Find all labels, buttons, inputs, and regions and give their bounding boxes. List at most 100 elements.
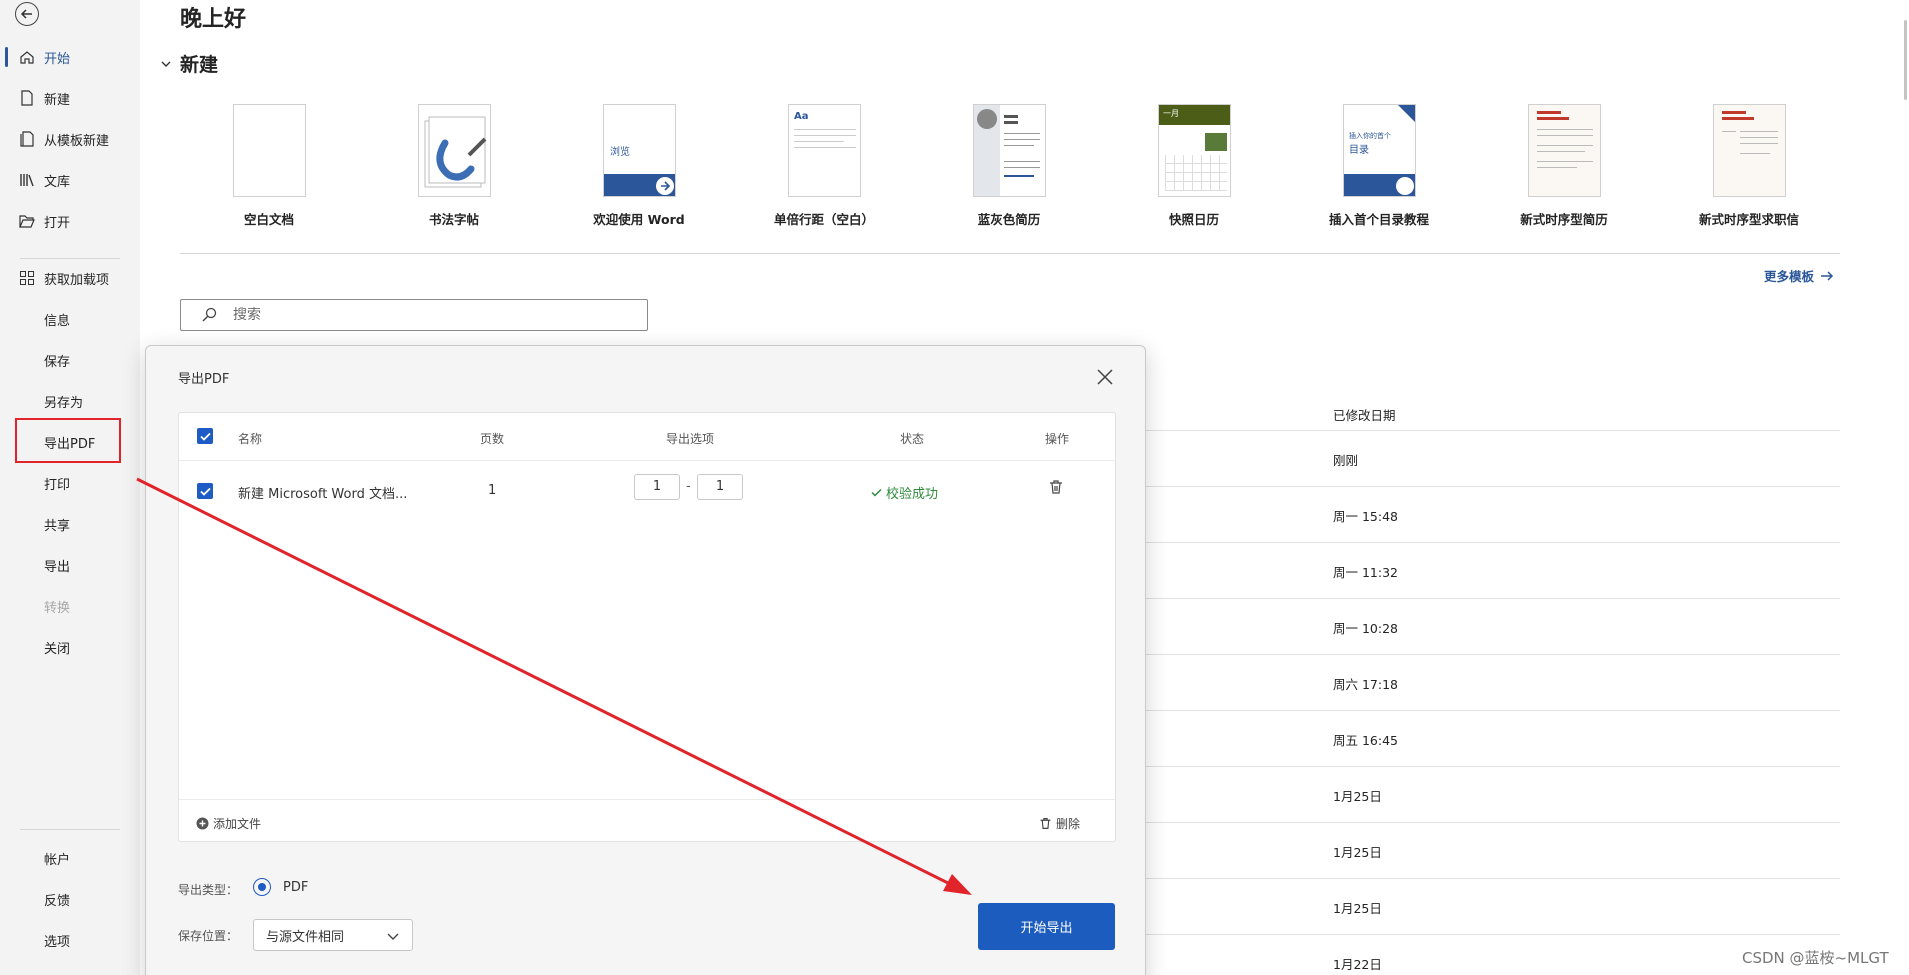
sidebar-item-share[interactable]: 共享 — [0, 509, 140, 539]
new-document-icon — [21, 90, 33, 106]
sidebar-item-info[interactable]: 信息 — [0, 304, 140, 334]
start-export-button[interactable]: 开始导出 — [978, 903, 1115, 950]
sidebar-item-label: 打印 — [44, 477, 71, 493]
calligraphy-brush-icon — [424, 116, 487, 188]
toc-icon — [1396, 177, 1414, 195]
arrow-right-icon — [656, 177, 674, 195]
template-thumbnail — [233, 104, 306, 197]
template-modern-resume[interactable]: 新式时序型简历 — [1484, 104, 1644, 229]
add-file-label: 添加文件 — [213, 817, 262, 831]
template-label: 新式时序型求职信 — [1698, 212, 1799, 227]
template-blue-gray-resume[interactable]: 蓝灰色简历 — [929, 104, 1089, 229]
column-header-pages: 页数 — [480, 432, 505, 446]
scrollbar[interactable] — [1901, 0, 1909, 975]
sidebar-item-home[interactable]: 开始 — [0, 42, 140, 72]
template-label: 新式时序型简历 — [1520, 212, 1608, 227]
export-type-radio-pdf[interactable] — [253, 878, 271, 896]
template-thumbnail — [973, 104, 1046, 197]
table-header-divider — [179, 460, 1115, 461]
sidebar-item-feedback[interactable]: 反馈 — [0, 884, 140, 914]
template-label: 单倍行距（空白） — [773, 212, 874, 227]
sidebar-item-account[interactable]: 帐户 — [0, 843, 140, 873]
page-range-from-input[interactable]: 1 — [634, 474, 680, 500]
template-calligraphy[interactable]: 书法字帖 — [374, 104, 534, 229]
chevron-down-icon[interactable] — [156, 54, 176, 74]
sidebar-item-save-as[interactable]: 另存为 — [0, 386, 140, 416]
template-thumb-text: 目录 — [1349, 145, 1369, 156]
more-templates-link[interactable]: 更多模板 — [1764, 266, 1834, 285]
row-divider — [1140, 486, 1840, 487]
search-box[interactable] — [180, 299, 648, 331]
library-icon — [20, 174, 34, 187]
column-header-status: 状态 — [900, 432, 925, 446]
template-label: 欢迎使用 Word — [593, 212, 685, 227]
file-modified-date: 周五 16:45 — [1333, 733, 1398, 748]
sidebar-item-new[interactable]: 新建 — [0, 83, 140, 113]
template-single-spaced[interactable]: Aa 单倍行距（空白） — [744, 104, 904, 229]
sidebar-divider — [20, 258, 120, 259]
sidebar-item-save[interactable]: 保存 — [0, 345, 140, 375]
add-file-button[interactable]: 添加文件 — [196, 815, 261, 832]
table-footer-divider — [179, 799, 1115, 800]
sidebar-item-label: 保存 — [44, 354, 71, 370]
template-thumbnail: 插入你的首个 目录 — [1343, 104, 1416, 197]
save-location-label: 保存位置： — [178, 929, 239, 943]
export-type-value[interactable]: PDF — [283, 880, 308, 895]
template-toc-tutorial[interactable]: 插入你的首个 目录 插入首个目录教程 — [1299, 104, 1459, 229]
status-text: 校验成功 — [886, 487, 939, 502]
sidebar-item-label: 共享 — [44, 518, 71, 534]
file-modified-date: 刚刚 — [1333, 453, 1359, 468]
sidebar-item-library[interactable]: 文库 — [0, 165, 140, 195]
template-thumb-text: 浏览 — [610, 147, 630, 158]
home-icon — [20, 51, 34, 64]
new-section-header[interactable]: 新建 — [156, 50, 218, 77]
sidebar-item-label: 获取加载项 — [44, 272, 110, 288]
modified-date-header[interactable]: 已修改日期 — [1333, 405, 1396, 424]
sidebar-item-label: 转换 — [44, 600, 71, 616]
sidebar-item-label: 选项 — [44, 934, 71, 950]
sidebar-item-open[interactable]: 打开 — [0, 206, 140, 236]
back-button[interactable] — [15, 2, 39, 26]
sidebar-item-label: 打开 — [44, 215, 71, 231]
template-thumbnail — [1713, 104, 1786, 197]
save-location-select[interactable]: 与源文件相同 — [253, 919, 413, 951]
column-header-export-options: 导出选项 — [666, 432, 715, 446]
check-icon — [199, 487, 211, 496]
template-label: 快照日历 — [1168, 212, 1219, 227]
radio-selected-dot — [258, 883, 266, 891]
sidebar-item-close[interactable]: 关闭 — [0, 632, 140, 662]
template-welcome-word[interactable]: 浏览 欢迎使用 Word — [559, 104, 719, 229]
sidebar-item-addins[interactable]: 获取加载项 — [0, 263, 140, 293]
sidebar-item-from-template[interactable]: 从模板新建 — [0, 124, 140, 154]
template-snapshot-calendar[interactable]: 一月 快照日历 — [1114, 104, 1274, 229]
sidebar-item-label: 关闭 — [44, 641, 71, 657]
sidebar-item-print[interactable]: 打印 — [0, 468, 140, 498]
section-divider — [180, 253, 1840, 254]
file-modified-date: 周一 11:32 — [1333, 565, 1398, 580]
trash-icon[interactable] — [1048, 479, 1064, 495]
row-checkbox[interactable] — [197, 483, 213, 499]
row-divider — [1140, 766, 1840, 767]
sidebar-item-convert: 转换 — [0, 591, 140, 621]
search-icon — [202, 307, 217, 322]
scrollbar-thumb[interactable] — [1904, 20, 1907, 100]
chevron-down-icon — [387, 933, 399, 940]
select-all-checkbox[interactable] — [197, 428, 213, 444]
template-modern-cover-letter[interactable]: 新式时序型求职信 — [1669, 104, 1829, 229]
row-divider — [1140, 598, 1840, 599]
arrow-right-icon — [1821, 270, 1834, 281]
sidebar-item-label: 从模板新建 — [44, 133, 110, 149]
template-thumbnail — [1528, 104, 1601, 197]
sidebar-item-label: 新建 — [44, 92, 71, 108]
search-input[interactable] — [233, 307, 633, 323]
sidebar-item-export[interactable]: 导出 — [0, 550, 140, 580]
file-modified-date: 1月22日 — [1333, 957, 1382, 972]
close-icon[interactable] — [1095, 367, 1115, 387]
template-thumb-text: 一月 — [1163, 109, 1179, 118]
template-blank[interactable]: 空白文档 — [189, 104, 349, 229]
delete-button[interactable]: 删除 — [1039, 815, 1080, 832]
page-range-to-input[interactable]: 1 — [697, 474, 743, 500]
grid-icon — [20, 271, 34, 285]
sidebar-divider — [20, 829, 120, 830]
sidebar-item-options[interactable]: 选项 — [0, 925, 140, 955]
